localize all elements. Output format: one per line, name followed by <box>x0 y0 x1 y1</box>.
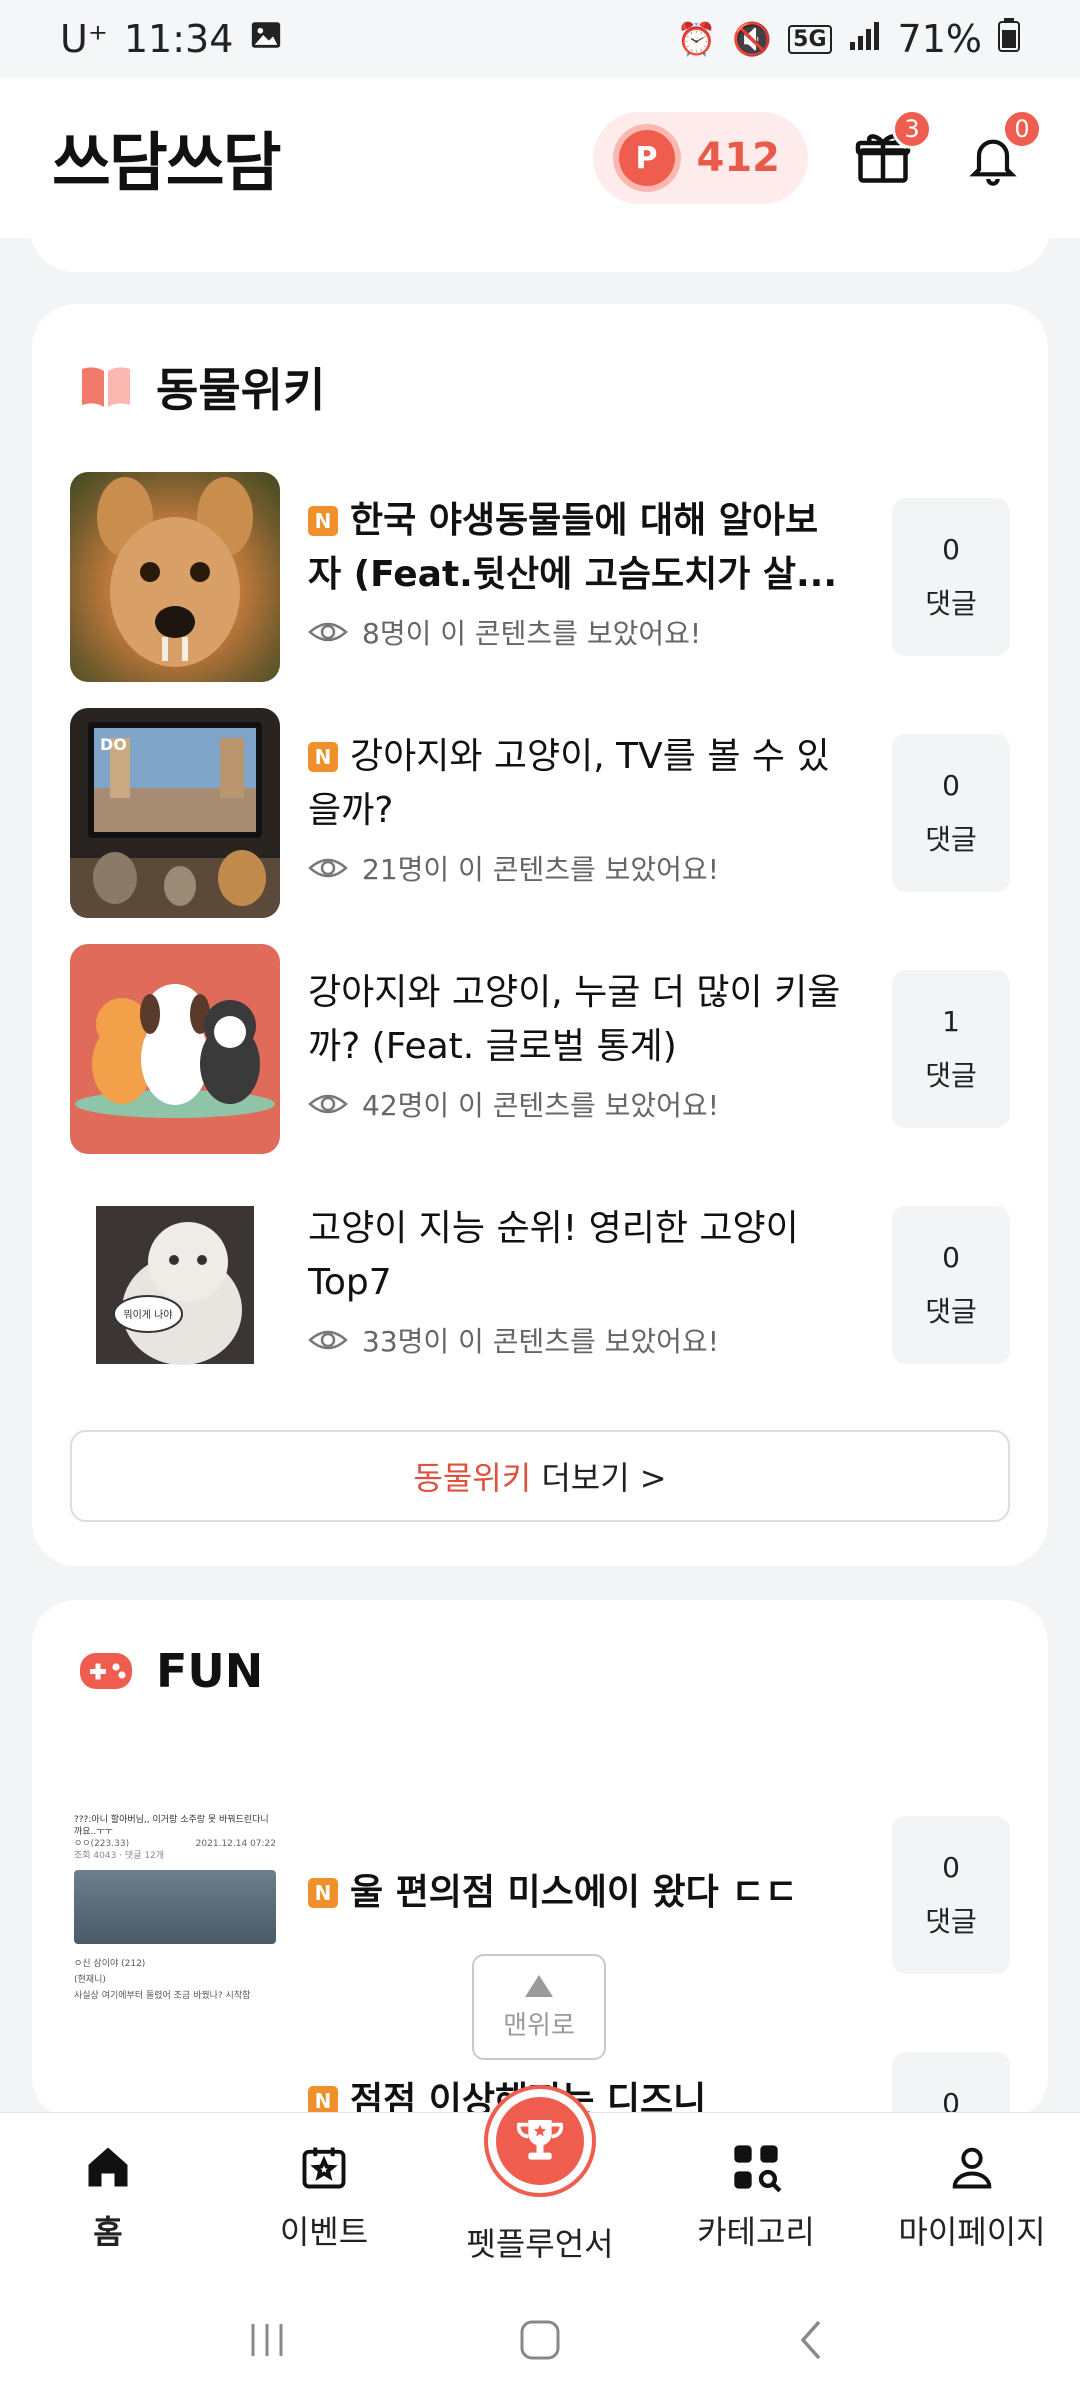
notification-count-badge: 0 <box>1002 109 1042 149</box>
view-count: 33명이 이 콘텐츠를 보았어요! <box>308 1320 719 1360</box>
thumbnail-image <box>70 944 280 1154</box>
comment-count-box[interactable]: 0 댓글 <box>892 2052 1010 2120</box>
eye-icon <box>308 1094 348 1114</box>
petfluencer-badge <box>484 2085 596 2197</box>
nav-event[interactable]: 이벤트 <box>216 2113 432 2280</box>
nav-label: 이벤트 <box>279 2213 369 2251</box>
previous-card-bottom <box>30 228 1050 272</box>
comment-count: 0 <box>942 1240 960 1274</box>
home-icon <box>88 2147 128 2187</box>
comment-label: 댓글 <box>925 586 977 620</box>
status-bar: U⁺ 11:34 ⏰ 🔇 5G 71% <box>0 0 1080 78</box>
nav-home[interactable]: 홈 <box>0 2113 216 2280</box>
comment-count: 0 <box>942 768 960 802</box>
view-count: 21명이 이 콘텐츠를 보았어요! <box>308 848 719 888</box>
nav-label: 카테고리 <box>697 2213 815 2251</box>
item-title: N 강아지와 고양이, TV를 볼 수 있을까? <box>308 736 830 831</box>
notification-button[interactable]: 0 <box>958 109 1042 193</box>
thumbnail-image <box>70 472 280 682</box>
wiki-more-button[interactable]: 동물위키 더보기 > <box>70 1430 1010 1522</box>
list-item[interactable]: 강아지와 고양이, 누굴 더 많이 키울까? (Feat. 글로벌 통계) 42… <box>70 944 1010 1154</box>
battery-icon <box>998 18 1020 60</box>
nav-mypage[interactable]: 마이페이지 <box>864 2113 1080 2280</box>
item-title: N울 편의점 미스에이 왔다 ㄷㄷ <box>308 1866 848 1920</box>
svg-text:뭐이게 나야: 뭐이게 나야 <box>123 1309 172 1321</box>
trophy-icon <box>516 2120 564 2160</box>
gallery-icon <box>249 18 283 60</box>
gamepad-icon <box>80 1653 132 1689</box>
points-value: 412 <box>696 135 781 181</box>
list-item[interactable]: N 한국 야생동물들에 대해 알아보자 (Feat.뒷산에 고슴도치가 살... … <box>70 472 1010 682</box>
comment-label: 댓글 <box>925 1058 977 1092</box>
nav-label: 홈 <box>93 2213 123 2251</box>
eye-icon <box>308 1330 348 1350</box>
section-title: FUN <box>156 1644 264 1698</box>
more-label: 더보기 > <box>531 1459 667 1497</box>
comment-count: 0 <box>942 1850 960 1884</box>
view-count: 8명이 이 콘텐츠를 보았어요! <box>308 612 701 652</box>
new-badge: N <box>308 506 338 536</box>
gift-button[interactable]: 3 <box>848 109 932 193</box>
eye-icon <box>308 622 348 642</box>
carrier-label: U⁺ <box>60 17 108 61</box>
alarm-icon: ⏰ <box>676 20 717 58</box>
app-logo[interactable]: 쓰담쓰담 <box>52 112 282 204</box>
comment-label: 댓글 <box>925 1904 977 1938</box>
section-title: 동물위키 <box>156 363 326 417</box>
animal-wiki-section: 동물위키 N 한국 야생동물들에 대해 알아보자 (Feat.뒷산에 고슴도치가 … <box>32 304 1048 1566</box>
book-icon <box>82 367 130 407</box>
comment-count-box[interactable]: 0 댓글 <box>892 1206 1010 1364</box>
battery-percent: 71% <box>897 17 982 61</box>
system-navigation-bar <box>0 2280 1080 2400</box>
calendar-star-icon <box>302 2147 346 2189</box>
comment-label: 댓글 <box>925 822 977 856</box>
new-badge: N <box>308 1878 338 1908</box>
user-icon <box>952 2147 992 2189</box>
recent-apps-icon[interactable] <box>245 2318 289 2362</box>
nav-label: 펫플루언서 <box>466 2225 614 2263</box>
points-icon: P <box>618 130 675 186</box>
scroll-to-top-button[interactable]: 맨위로 <box>472 1954 606 2060</box>
scroll-to-top-label: 맨위로 <box>503 2010 575 2041</box>
item-title: N 한국 야생동물들에 대해 알아보자 (Feat.뒷산에 고슴도치가 살... <box>308 500 838 595</box>
comment-count-box[interactable]: 1 댓글 <box>892 970 1010 1128</box>
list-item[interactable]: DO N 강아지와 고양이, TV를 볼 수 있을까? 21명이 이 콘텐츠를 보… <box>70 708 1010 918</box>
svg-text:DO: DO <box>100 735 127 754</box>
clock: 11:34 <box>123 17 234 61</box>
mute-icon: 🔇 <box>732 20 773 58</box>
nav-category[interactable]: 카테고리 <box>648 2113 864 2280</box>
bottom-navigation: 홈 이벤트 펫플루언서 카테고리 마이페이지 <box>0 2085 1080 2280</box>
back-icon[interactable] <box>791 2318 835 2362</box>
category-grid-icon <box>734 2145 782 2193</box>
comment-count-box[interactable]: 0 댓글 <box>892 498 1010 656</box>
more-accent-label: 동물위키 <box>413 1459 532 1497</box>
comment-count-box[interactable]: 0 댓글 <box>892 734 1010 892</box>
comment-count-box[interactable]: 0 댓글 <box>892 1816 1010 1974</box>
nav-petfluencer[interactable]: 펫플루언서 <box>432 2085 648 2280</box>
view-count: 42명이 이 콘텐츠를 보았어요! <box>308 1084 719 1124</box>
eye-icon <box>308 858 348 878</box>
comment-count: 1 <box>942 1004 960 1038</box>
thumbnail-image: 뭐이게 나야 <box>70 1180 280 1390</box>
item-title: 고양이 지능 순위! 영리한 고양이 Top7 <box>308 1208 799 1303</box>
thumbnail-image: DO <box>70 708 280 918</box>
network-label: 5G <box>788 24 832 54</box>
nav-label: 마이페이지 <box>898 2213 1046 2251</box>
item-title: 강아지와 고양이, 누굴 더 많이 키울까? (Feat. 글로벌 통계) <box>308 972 841 1067</box>
app-header: 쓰담쓰담 P 412 3 0 <box>0 78 1080 238</box>
triangle-up-icon <box>525 1974 553 1997</box>
signal-icon <box>848 20 882 58</box>
comment-label: 댓글 <box>925 1294 977 1328</box>
new-badge: N <box>308 742 338 772</box>
comment-count: 0 <box>942 532 960 566</box>
list-item[interactable]: 뭐이게 나야 고양이 지능 순위! 영리한 고양이 Top7 33명이 이 콘텐… <box>70 1180 1010 1390</box>
home-system-icon[interactable] <box>518 2318 562 2362</box>
points-button[interactable]: P 412 <box>592 112 808 204</box>
thumbnail-image: ???:아니 할아버님,, 이거랑 소주랑 못 바꿔드린다니까요..ㅜㅜ ㅇㅇ(… <box>70 1790 280 2000</box>
gift-count-badge: 3 <box>892 109 932 149</box>
